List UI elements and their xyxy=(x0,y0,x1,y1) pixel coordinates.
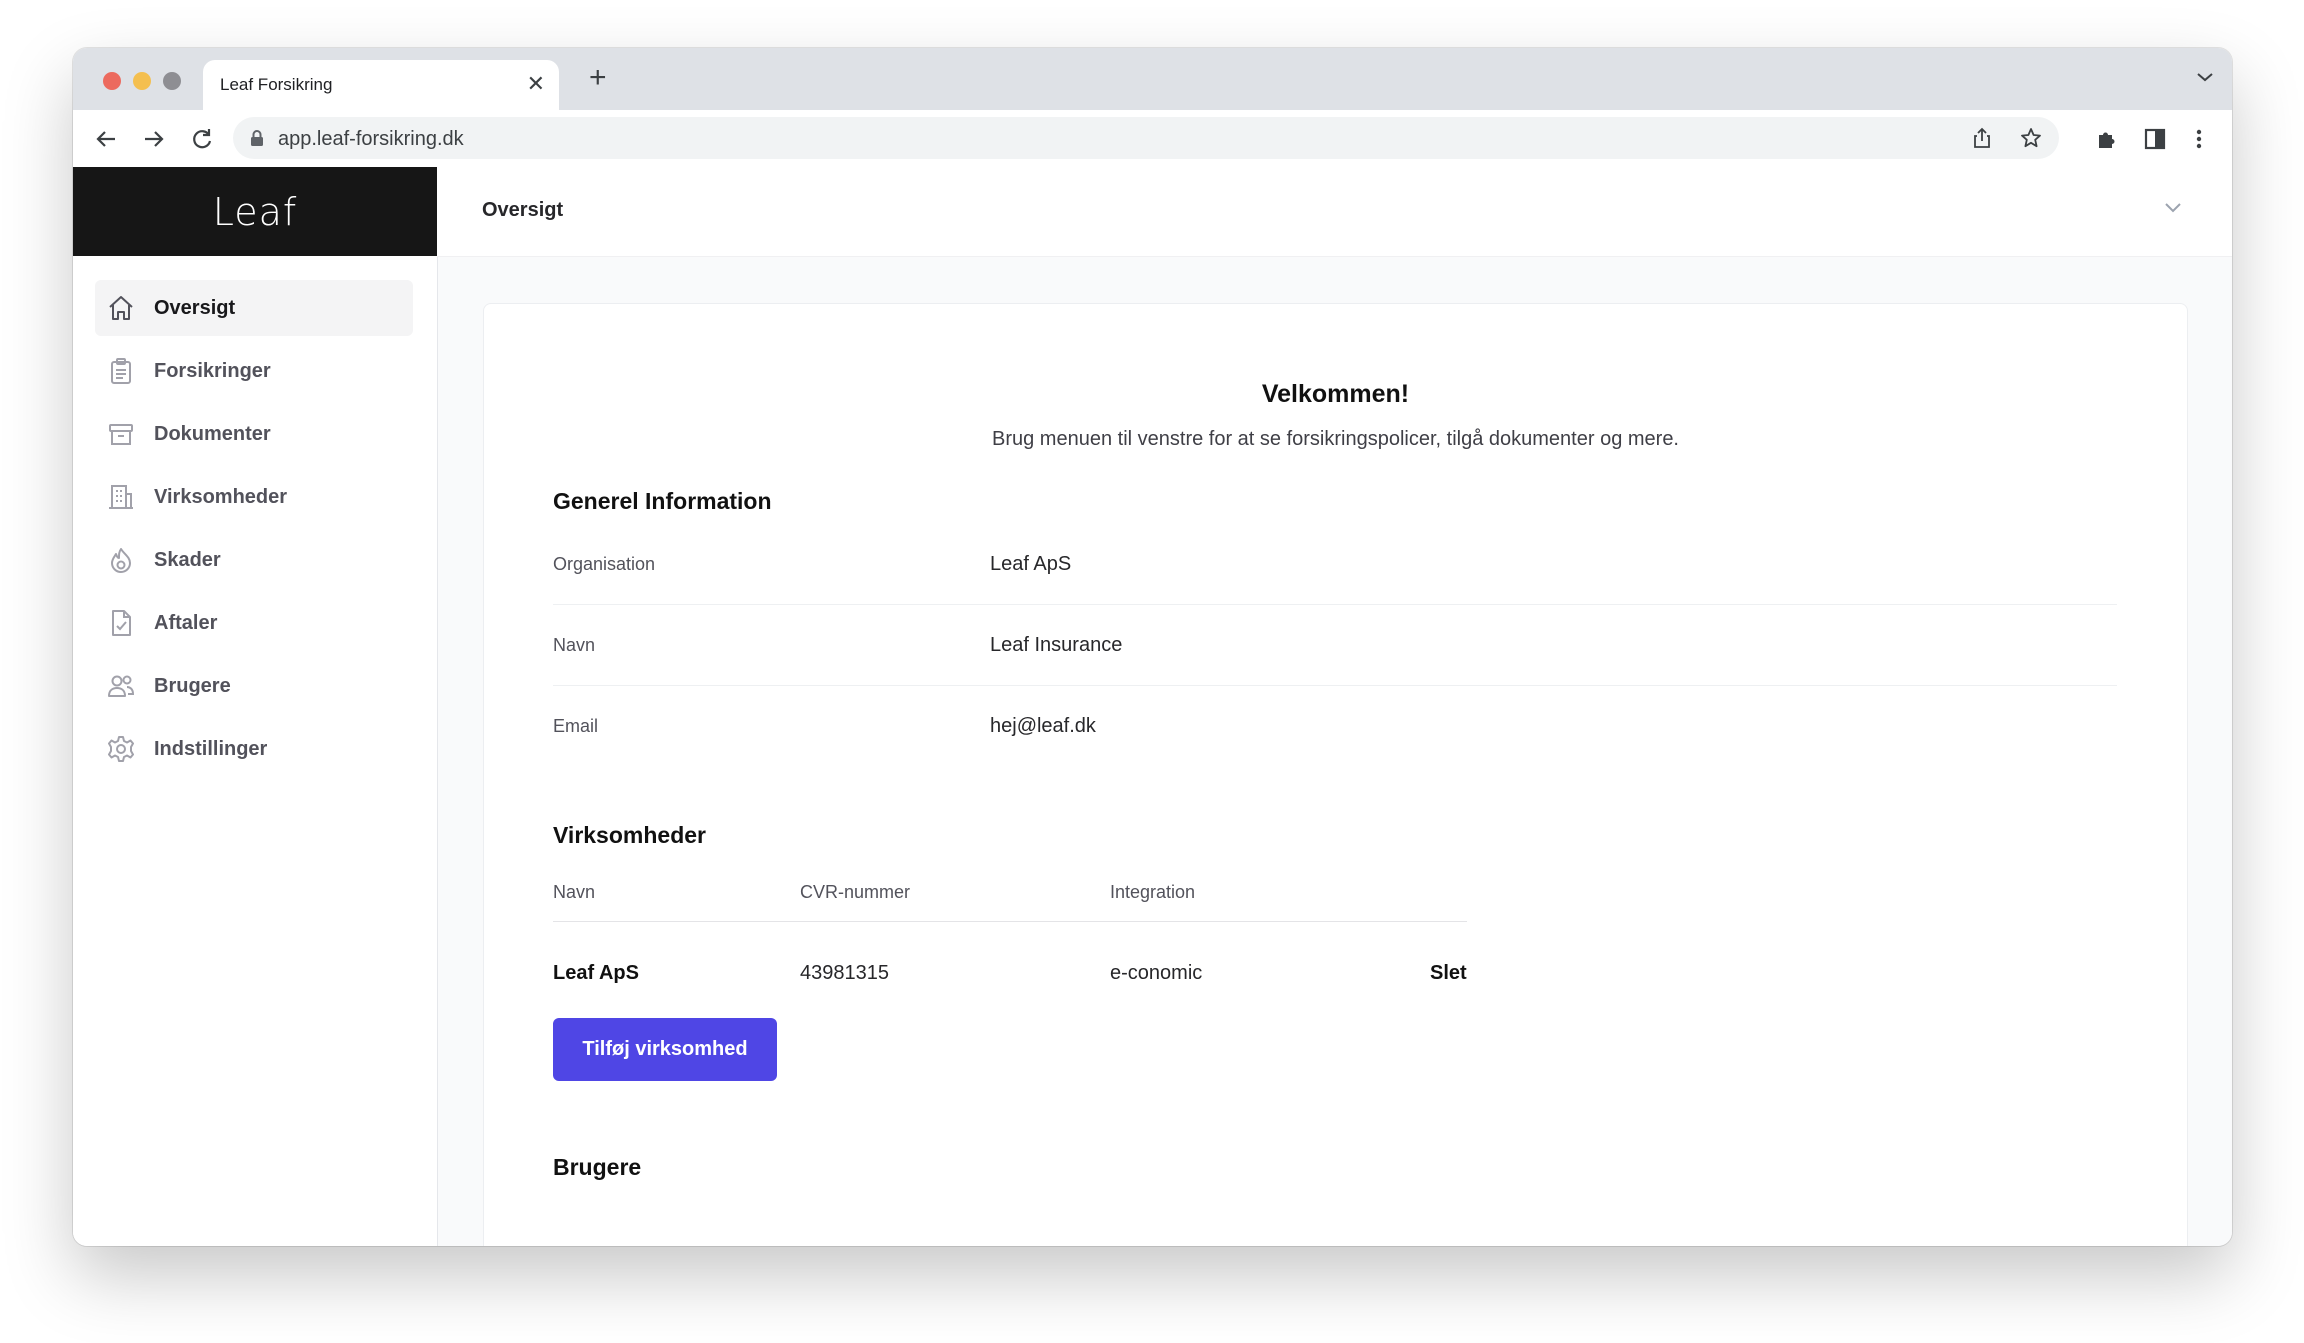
info-value[interactable]: hej@leaf.dk xyxy=(990,715,1096,738)
company-cvr-cell: 43981315 xyxy=(800,962,889,984)
sidebar-item-oversigt[interactable]: Oversigt xyxy=(95,280,413,336)
info-value: Leaf Insurance xyxy=(990,634,1123,656)
welcome-subtitle: Brug menuen til venstre for at se forsik… xyxy=(992,428,1679,450)
welcome-title: Velkommen! xyxy=(1261,380,1410,408)
sidebar-item-skader[interactable]: Skader xyxy=(95,532,413,588)
sidebar-item-label: Forsikringer xyxy=(154,359,271,382)
sidebar-item-label: Brugere xyxy=(154,674,231,697)
delete-company-link[interactable]: Slet xyxy=(1430,962,1467,985)
browser-window: Leaf Forsikring ✕ + app.leaf-forsikring.… xyxy=(73,48,2232,1246)
fire-icon xyxy=(105,544,137,576)
sidebar-item-brugere[interactable]: Brugere xyxy=(95,658,413,714)
back-arrow-icon[interactable] xyxy=(93,126,119,152)
browser-toolbar: app.leaf-forsikring.dk xyxy=(73,110,2232,168)
info-value: Leaf ApS xyxy=(990,553,1072,575)
sidebar-item-dokumenter[interactable]: Dokumenter xyxy=(95,406,413,462)
gear-icon xyxy=(105,733,137,765)
top-bar: Oversigt xyxy=(437,167,2232,257)
sidebar-item-aftaler[interactable]: Aftaler xyxy=(95,595,413,651)
column-header-cvr: CVR-nummer xyxy=(800,882,911,902)
document-check-icon xyxy=(105,607,137,639)
zoom-window-button[interactable] xyxy=(163,72,181,90)
tab-close-icon[interactable]: ✕ xyxy=(527,71,545,97)
table-divider xyxy=(553,921,1467,922)
sidebar: Oversigt Forsikringer Dokumenter Virksom… xyxy=(73,256,438,1246)
info-label: Organisation xyxy=(553,554,656,574)
sidebar-item-indstillinger[interactable]: Indstillinger xyxy=(95,721,413,777)
new-tab-icon[interactable]: + xyxy=(589,62,607,94)
app-root: Leaf Oversigt Forsikringer Dokumenter Vi… xyxy=(73,167,2232,1246)
sidebar-item-label: Aftaler xyxy=(154,611,218,634)
general-info-heading: Generel Information xyxy=(553,488,772,514)
chevron-down-icon[interactable] xyxy=(2164,201,2182,219)
forward-arrow-icon[interactable] xyxy=(141,126,167,152)
overview-card: Velkommen! Brug menuen til venstre for a… xyxy=(483,303,2188,1246)
sidebar-item-label: Skader xyxy=(154,548,221,571)
info-row-organisation: Organisation Leaf ApS xyxy=(553,523,2117,605)
clipboard-icon xyxy=(105,355,137,387)
sidebar-item-virksomheder[interactable]: Virksomheder xyxy=(95,469,413,525)
lock-icon xyxy=(249,129,265,152)
share-icon[interactable] xyxy=(1971,127,1993,154)
users-icon xyxy=(105,670,137,702)
side-panel-icon[interactable] xyxy=(2142,126,2168,152)
info-row-navn: Navn Leaf Insurance xyxy=(553,604,2117,686)
browser-tab[interactable]: Leaf Forsikring ✕ xyxy=(203,60,559,110)
kebab-menu-icon[interactable] xyxy=(2186,126,2212,152)
tab-list-chevron-icon[interactable] xyxy=(2196,70,2214,88)
extensions-puzzle-icon[interactable] xyxy=(2094,126,2120,152)
info-label: Email xyxy=(553,716,599,736)
users-heading: Brugere xyxy=(553,1154,642,1180)
archive-icon xyxy=(105,418,137,450)
info-label: Navn xyxy=(553,635,596,655)
close-window-button[interactable] xyxy=(103,72,121,90)
sidebar-item-forsikringer[interactable]: Forsikringer xyxy=(95,343,413,399)
url-text[interactable]: app.leaf-forsikring.dk xyxy=(278,128,464,151)
sidebar-item-label: Virksomheder xyxy=(154,485,288,508)
minimize-window-button[interactable] xyxy=(133,72,151,90)
bookmark-star-icon[interactable] xyxy=(2020,127,2042,154)
home-icon xyxy=(105,292,137,324)
tab-strip: Leaf Forsikring ✕ + xyxy=(73,48,2232,110)
info-row-email: Email hej@leaf.dk xyxy=(553,685,2117,766)
leaf-logo[interactable]: Leaf xyxy=(213,190,298,234)
tab-title: Leaf Forsikring xyxy=(220,75,333,94)
column-header-navn: Navn xyxy=(553,882,596,902)
address-bar[interactable]: app.leaf-forsikring.dk xyxy=(233,117,2059,159)
page-title: Oversigt xyxy=(482,199,564,221)
companies-heading: Virksomheder xyxy=(553,822,706,848)
reload-icon[interactable] xyxy=(189,126,215,152)
sidebar-item-label: Indstillinger xyxy=(154,737,268,760)
column-header-integration: Integration xyxy=(1110,882,1196,902)
sidebar-item-label: Dokumenter xyxy=(154,422,271,445)
brand-header: Leaf xyxy=(73,167,437,256)
company-name-cell: Leaf ApS xyxy=(553,962,639,984)
building-icon xyxy=(105,481,137,513)
company-integration-cell: e-conomic xyxy=(1110,962,1203,984)
sidebar-item-label: Oversigt xyxy=(154,296,236,319)
add-company-button[interactable]: Tilføj virksomhed xyxy=(553,1018,777,1081)
